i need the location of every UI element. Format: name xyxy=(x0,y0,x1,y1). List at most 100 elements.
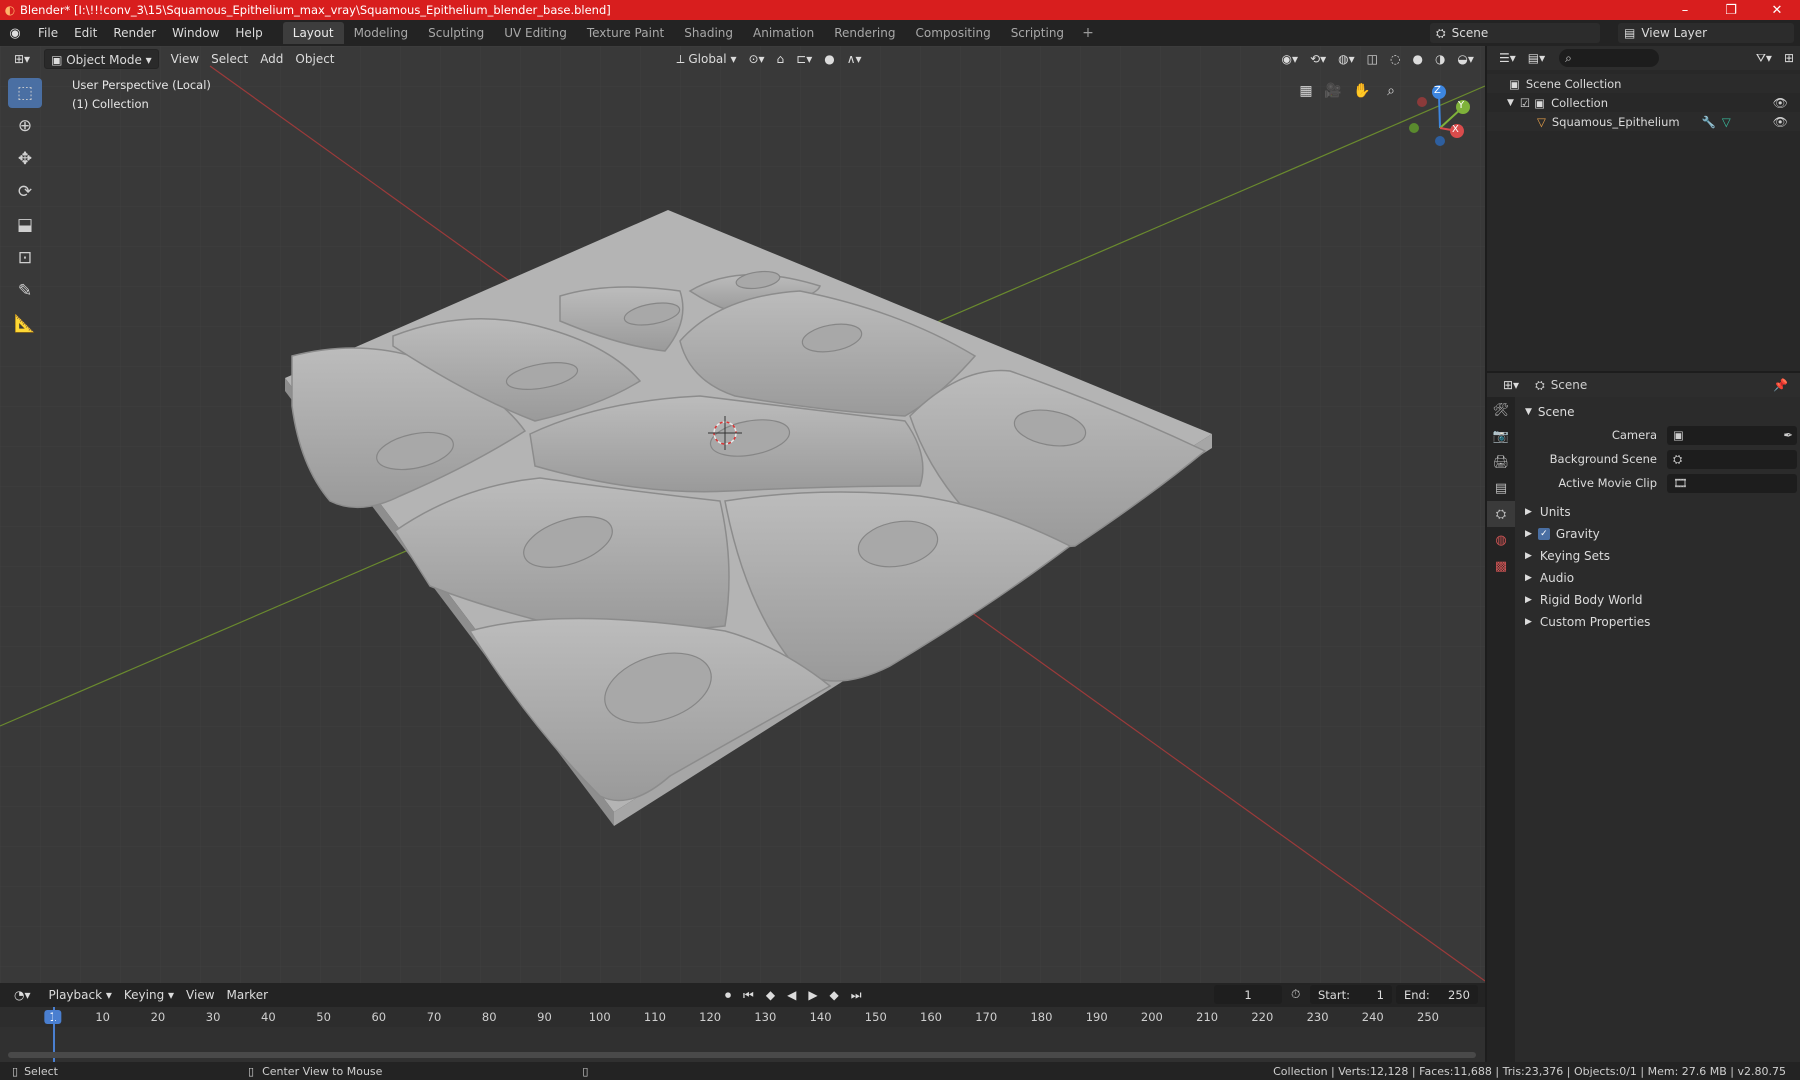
gravity-checkbox[interactable]: ✓ xyxy=(1537,528,1550,540)
tab-texture-paint[interactable]: Texture Paint xyxy=(577,22,674,44)
maximize-button[interactable]: ❐ xyxy=(1708,3,1754,18)
tab-rendering[interactable]: Rendering xyxy=(824,22,905,44)
menu-window[interactable]: Window xyxy=(164,23,227,43)
render-tab-icon[interactable]: 📷 xyxy=(1487,423,1515,449)
view-layer-tab-icon[interactable]: ▤ xyxy=(1487,475,1515,501)
scale-icon[interactable]: ⬓ xyxy=(8,210,42,240)
outliner-search-input[interactable]: ⌕ xyxy=(1559,49,1660,67)
stopwatch-icon[interactable]: ⏱ xyxy=(1291,987,1300,1002)
view-layer-selector[interactable]: ▤ View Layer xyxy=(1618,23,1794,43)
eye-icon[interactable]: 👁 xyxy=(1773,115,1788,129)
play-icon[interactable]: ▶ xyxy=(802,985,823,1005)
blender-menu-icon[interactable]: ◉ xyxy=(0,26,30,41)
move-icon[interactable]: ✥ xyxy=(8,144,42,174)
eyedropper-icon[interactable]: ✒ xyxy=(1783,428,1793,442)
falloff-icon[interactable]: ∧▾ xyxy=(841,49,868,69)
gizmo-toggle-icon[interactable]: ⟲▾ xyxy=(1304,49,1332,69)
background-scene-field[interactable]: ⛭ xyxy=(1667,449,1797,469)
scene-selector[interactable]: ⛭ Scene xyxy=(1430,23,1600,43)
snap-target-icon[interactable]: ⊏▾ xyxy=(790,49,818,69)
end-frame-field[interactable]: End: 250 xyxy=(1396,985,1478,1004)
active-movie-clip-field[interactable]: 🎞 xyxy=(1667,473,1797,493)
tab-compositing[interactable]: Compositing xyxy=(905,22,1000,44)
prev-keyframe-icon[interactable]: ◆ xyxy=(760,985,781,1005)
tab-animation[interactable]: Animation xyxy=(743,22,824,44)
panel-rigid-body-world[interactable]: ▶ Rigid Body World xyxy=(1517,589,1800,611)
pivot-point-icon[interactable]: ⊙▾ xyxy=(742,49,770,69)
snap-icon[interactable]: ⌂ xyxy=(771,49,791,69)
expand-arrow-icon[interactable]: ▼ xyxy=(1507,98,1514,108)
jump-end-icon[interactable]: ⏭ xyxy=(845,985,868,1005)
rotate-icon[interactable]: ⟳ xyxy=(8,177,42,207)
pin-icon[interactable]: 📌 xyxy=(1773,378,1788,392)
measure-icon[interactable]: 📐 xyxy=(8,309,42,339)
add-workspace-icon[interactable]: + xyxy=(1074,25,1102,41)
camera-view-icon[interactable]: 🎥 xyxy=(1320,78,1346,104)
world-tab-icon[interactable]: ◍ xyxy=(1487,527,1515,553)
menu-select[interactable]: Select xyxy=(205,49,254,69)
toggle-grid-icon[interactable]: ▦ xyxy=(1293,78,1319,104)
outliner-editor-icon[interactable]: ☰▾ xyxy=(1493,48,1522,68)
timeline-scrollbar[interactable] xyxy=(8,1052,1476,1058)
panel-keying-sets[interactable]: ▶ Keying Sets xyxy=(1517,545,1800,567)
menu-marker[interactable]: Marker xyxy=(221,985,274,1005)
annotate-icon[interactable]: ✎ xyxy=(8,276,42,306)
tab-layout[interactable]: Layout xyxy=(282,22,344,44)
display-mode-icon[interactable]: ▤▾ xyxy=(1522,48,1551,68)
menu-playback[interactable]: Playback ▾ xyxy=(43,985,118,1005)
tab-uv-editing[interactable]: UV Editing xyxy=(494,22,577,44)
menu-render[interactable]: Render xyxy=(105,23,164,43)
wireframe-shading-icon[interactable]: ◌ xyxy=(1384,49,1406,69)
panel-custom-properties[interactable]: ▶ Custom Properties xyxy=(1517,611,1800,633)
tab-sculpting[interactable]: Sculpting xyxy=(418,22,494,44)
xray-icon[interactable]: ◫ xyxy=(1361,49,1384,69)
transform-icon[interactable]: ⊡ xyxy=(8,243,42,273)
eye-icon[interactable]: 👁 xyxy=(1773,96,1788,110)
editor-type-icon[interactable]: ⊞▾ xyxy=(8,49,36,69)
panel-scene-header[interactable]: ▼ Scene xyxy=(1517,401,1800,423)
timeline-track[interactable] xyxy=(0,1007,1485,1062)
cursor-icon[interactable]: ⊕ xyxy=(8,111,42,141)
current-frame-field[interactable]: 1 xyxy=(1214,985,1282,1004)
menu-edit[interactable]: Edit xyxy=(66,23,105,43)
tab-scripting[interactable]: Scripting xyxy=(1001,22,1074,44)
pan-hand-icon[interactable]: ✋ xyxy=(1349,78,1375,104)
transform-orientation[interactable]: ⟂ Global ▾ xyxy=(671,49,743,69)
jump-start-icon[interactable]: ⏮ xyxy=(737,985,760,1005)
menu-file[interactable]: File xyxy=(30,23,66,43)
solid-shading-icon[interactable]: ● xyxy=(1406,49,1428,69)
proportional-edit-icon[interactable]: ● xyxy=(818,49,840,69)
camera-field[interactable]: ▣ ✒ xyxy=(1667,425,1797,445)
play-reverse-icon[interactable]: ◀ xyxy=(781,985,802,1005)
timeline-ruler[interactable]: 1102030405060708090100110120130140150160… xyxy=(0,1007,1485,1027)
panel-audio[interactable]: ▶ Audio xyxy=(1517,567,1800,589)
tab-modeling[interactable]: Modeling xyxy=(344,22,419,44)
menu-object[interactable]: Object xyxy=(289,49,340,69)
tool-tab-icon[interactable]: 🛠 xyxy=(1487,397,1515,423)
new-collection-icon[interactable]: ⊞ xyxy=(1778,48,1800,68)
start-frame-field[interactable]: Start: 1 xyxy=(1310,985,1392,1004)
minimize-button[interactable]: – xyxy=(1662,3,1708,18)
next-keyframe-icon[interactable]: ◆ xyxy=(824,985,845,1005)
3d-viewport[interactable]: Z Y X ⊞▾ ▣ Object Mode ▾ View Select Add… xyxy=(0,46,1485,983)
record-icon[interactable]: ⏺ xyxy=(719,985,737,1005)
overlay-toggle-icon[interactable]: ◍▾ xyxy=(1332,49,1361,69)
panel-gravity[interactable]: ▶ ✓ Gravity xyxy=(1517,523,1800,545)
menu-view[interactable]: View xyxy=(165,49,205,69)
checkbox-icon[interactable]: ☑ xyxy=(1520,96,1530,110)
visibility-icon[interactable]: ◉▾ xyxy=(1276,49,1305,69)
mode-selector[interactable]: ▣ Object Mode ▾ xyxy=(44,49,159,69)
select-box-icon[interactable]: ⬚ xyxy=(8,78,42,108)
zoom-icon[interactable]: ⌕ xyxy=(1378,78,1404,104)
outliner-row-collection[interactable]: ▼ ☑ ▣ Collection 👁 xyxy=(1487,93,1800,112)
menu-add[interactable]: Add xyxy=(254,49,289,69)
menu-timeline-view[interactable]: View xyxy=(180,985,220,1005)
texture-tab-icon[interactable]: ▩ xyxy=(1487,553,1515,579)
scene-tab-icon[interactable]: ⛭ xyxy=(1487,501,1515,527)
timeline-editor-icon[interactable]: ◔▾ xyxy=(8,985,37,1005)
properties-editor-icon[interactable]: ⊞▾ xyxy=(1497,375,1525,395)
filter-icon[interactable]: ⛛▾ xyxy=(1750,48,1778,68)
tab-shading[interactable]: Shading xyxy=(674,22,743,44)
menu-keying[interactable]: Keying ▾ xyxy=(118,985,180,1005)
outliner-row-object[interactable]: ▽ Squamous_Epithelium 🔧 ▽ 👁 xyxy=(1487,112,1800,131)
